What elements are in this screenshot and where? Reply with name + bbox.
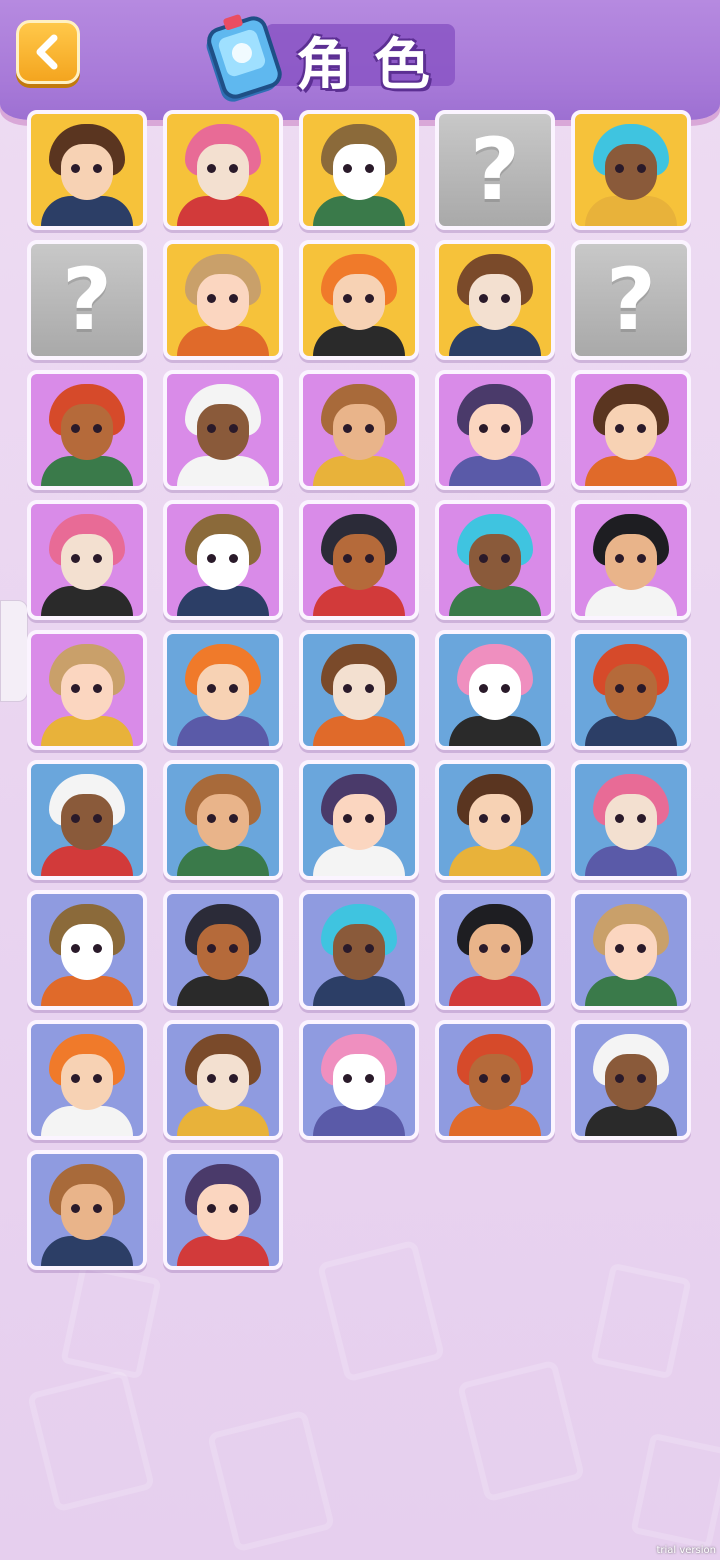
character-tile[interactable] — [299, 240, 419, 360]
character-tile[interactable] — [163, 760, 283, 880]
character-portrait — [439, 374, 551, 486]
character-portrait — [303, 114, 415, 226]
character-portrait — [303, 1024, 415, 1136]
character-tile[interactable] — [571, 760, 691, 880]
character-portrait — [575, 1024, 687, 1136]
question-mark-icon: ? — [606, 250, 656, 350]
character-portrait — [167, 634, 279, 746]
character-portrait — [31, 504, 143, 616]
character-card-icon — [206, 14, 282, 102]
character-portrait — [303, 504, 415, 616]
background-card-doodle — [60, 1262, 162, 1380]
character-portrait — [167, 504, 279, 616]
character-tile[interactable] — [299, 760, 419, 880]
character-tile[interactable] — [435, 760, 555, 880]
character-tile[interactable] — [435, 1020, 555, 1140]
character-portrait — [575, 114, 687, 226]
character-tile[interactable] — [27, 630, 147, 750]
character-portrait — [303, 634, 415, 746]
character-portrait — [439, 634, 551, 746]
character-portrait — [439, 244, 551, 356]
character-portrait — [31, 634, 143, 746]
character-tile[interactable] — [435, 630, 555, 750]
character-tile[interactable] — [163, 1020, 283, 1140]
character-portrait — [167, 894, 279, 1006]
character-portrait — [303, 894, 415, 1006]
character-tile[interactable] — [163, 500, 283, 620]
page-title: 角色 — [296, 33, 452, 98]
character-portrait — [31, 374, 143, 486]
character-tile[interactable] — [27, 370, 147, 490]
character-tile[interactable] — [299, 370, 419, 490]
locked-character-tile[interactable]: ? — [27, 240, 147, 360]
character-portrait — [31, 1154, 143, 1266]
character-portrait — [439, 764, 551, 876]
character-portrait — [303, 764, 415, 876]
character-tile[interactable] — [27, 760, 147, 880]
character-tile[interactable] — [163, 110, 283, 230]
character-portrait — [167, 764, 279, 876]
locked-character-tile[interactable]: ? — [435, 110, 555, 230]
character-tile[interactable] — [435, 890, 555, 1010]
character-tile[interactable] — [27, 110, 147, 230]
locked-character-tile[interactable]: ? — [571, 240, 691, 360]
background-book-doodle — [26, 1369, 156, 1513]
character-tile[interactable] — [571, 630, 691, 750]
character-tile[interactable] — [299, 630, 419, 750]
character-tile[interactable] — [163, 630, 283, 750]
character-tile[interactable] — [163, 1150, 283, 1270]
back-button[interactable] — [16, 20, 80, 84]
chevron-left-icon — [36, 34, 58, 70]
character-tile[interactable] — [435, 500, 555, 620]
question-mark-icon: ? — [62, 250, 112, 350]
character-portrait — [575, 634, 687, 746]
character-tile[interactable] — [299, 500, 419, 620]
top-header-bar: 角色 — [0, 0, 720, 120]
character-portrait — [31, 894, 143, 1006]
character-portrait — [167, 1154, 279, 1266]
background-book-doodle — [456, 1359, 586, 1503]
character-portrait — [303, 244, 415, 356]
character-tile[interactable] — [299, 1020, 419, 1140]
side-drawer-handle[interactable] — [0, 600, 28, 702]
character-tile[interactable] — [163, 370, 283, 490]
character-tile[interactable] — [163, 240, 283, 360]
watermark-text: trial version — [656, 1545, 716, 1556]
character-tile[interactable] — [435, 370, 555, 490]
background-book-doodle — [206, 1409, 336, 1553]
character-portrait — [575, 894, 687, 1006]
character-portrait — [575, 504, 687, 616]
character-tile[interactable] — [163, 890, 283, 1010]
question-mark-icon: ? — [470, 120, 520, 220]
character-tile[interactable] — [435, 240, 555, 360]
background-card-doodle — [590, 1262, 692, 1380]
character-portrait — [31, 1024, 143, 1136]
character-grid: ??? — [27, 110, 693, 1270]
character-portrait — [439, 894, 551, 1006]
character-tile[interactable] — [27, 1150, 147, 1270]
character-portrait — [167, 374, 279, 486]
character-portrait — [575, 374, 687, 486]
character-portrait — [439, 1024, 551, 1136]
character-portrait — [303, 374, 415, 486]
character-portrait — [439, 504, 551, 616]
character-portrait — [167, 244, 279, 356]
character-tile[interactable] — [299, 110, 419, 230]
character-portrait — [167, 114, 279, 226]
character-portrait — [575, 764, 687, 876]
character-tile[interactable] — [27, 1020, 147, 1140]
background-card-doodle — [630, 1432, 720, 1550]
character-tile[interactable] — [571, 370, 691, 490]
character-tile[interactable] — [571, 500, 691, 620]
character-tile[interactable] — [299, 890, 419, 1010]
character-portrait — [167, 1024, 279, 1136]
character-tile[interactable] — [27, 500, 147, 620]
character-portrait — [31, 114, 143, 226]
character-portrait — [31, 764, 143, 876]
character-tile[interactable] — [27, 890, 147, 1010]
character-tile[interactable] — [571, 110, 691, 230]
character-tile[interactable] — [571, 1020, 691, 1140]
character-tile[interactable] — [571, 890, 691, 1010]
